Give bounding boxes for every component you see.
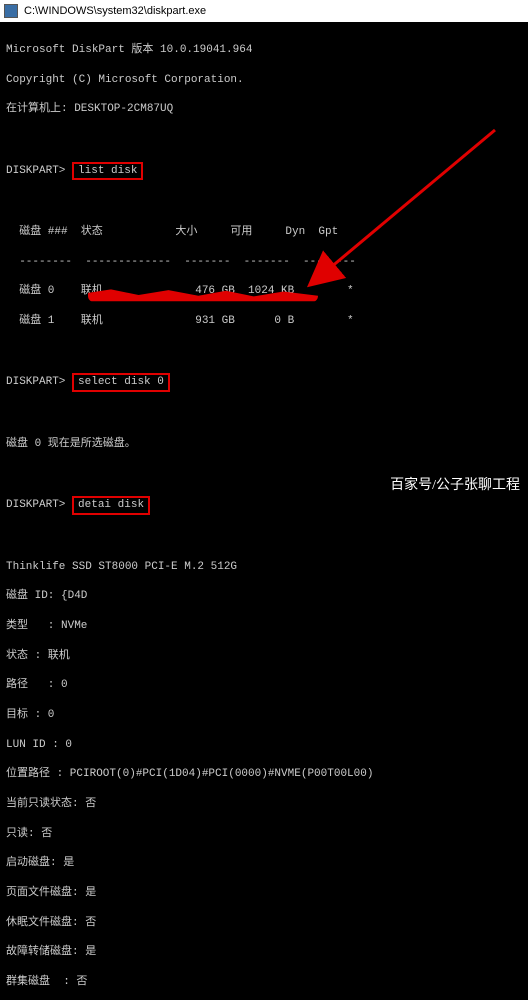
- command-highlight: select disk 0: [72, 373, 170, 392]
- header-line: Copyright (C) Microsoft Corporation.: [6, 73, 522, 88]
- app-icon: [4, 4, 18, 18]
- disk-type: 类型 : NVMe: [6, 619, 522, 634]
- disk-row: 磁盘 1 联机 931 GB 0 B *: [6, 314, 522, 329]
- disk-path: 路径 : 0: [6, 678, 522, 693]
- disk-locpath: 位置路径 : PCIROOT(0)#PCI(1D04)#PCI(0000)#NV…: [6, 767, 522, 782]
- select-msg: 磁盘 0 现在是所选磁盘。: [6, 437, 522, 452]
- disk-curro: 当前只读状态: 否: [6, 797, 522, 812]
- header-line: 在计算机上: DESKTOP-2CM87UQ: [6, 102, 522, 117]
- window-title: C:\WINDOWS\system32\diskpart.exe: [24, 5, 206, 17]
- command-highlight: list disk: [72, 162, 143, 181]
- disk-status: 状态 : 联机: [6, 649, 522, 664]
- disk-model: Thinklife SSD ST8000 PCI-E M.2 512G: [6, 560, 522, 575]
- disk-crash: 故障转储磁盘: 是: [6, 945, 522, 960]
- watermark: 百家号/公子张聊工程: [390, 474, 520, 494]
- disk-id: 磁盘 ID: {D4D: [6, 589, 522, 604]
- disk-hiber: 休眠文件磁盘: 否: [6, 916, 522, 931]
- disk-ro: 只读: 否: [6, 827, 522, 842]
- console-output: Microsoft DiskPart 版本 10.0.19041.964 Cop…: [0, 22, 528, 1000]
- disk-page: 页面文件磁盘: 是: [6, 886, 522, 901]
- disk-lun: LUN ID : 0: [6, 738, 522, 753]
- disk-target: 目标 : 0: [6, 708, 522, 723]
- prompt: DISKPART>: [6, 499, 65, 511]
- window-titlebar[interactable]: C:\WINDOWS\system32\diskpart.exe: [0, 0, 528, 22]
- disk-boot: 启动磁盘: 是: [6, 856, 522, 871]
- prompt: DISKPART>: [6, 165, 65, 177]
- prompt: DISKPART>: [6, 376, 65, 388]
- disk-clust: 群集磁盘 : 否: [6, 975, 522, 990]
- disk-table-header: 磁盘 ### 状态 大小 可用 Dyn Gpt: [6, 225, 522, 240]
- header-line: Microsoft DiskPart 版本 10.0.19041.964: [6, 43, 522, 58]
- command-highlight: detai disk: [72, 496, 150, 515]
- disk-table-sep: -------- ------------- ------- ------- -…: [6, 255, 522, 270]
